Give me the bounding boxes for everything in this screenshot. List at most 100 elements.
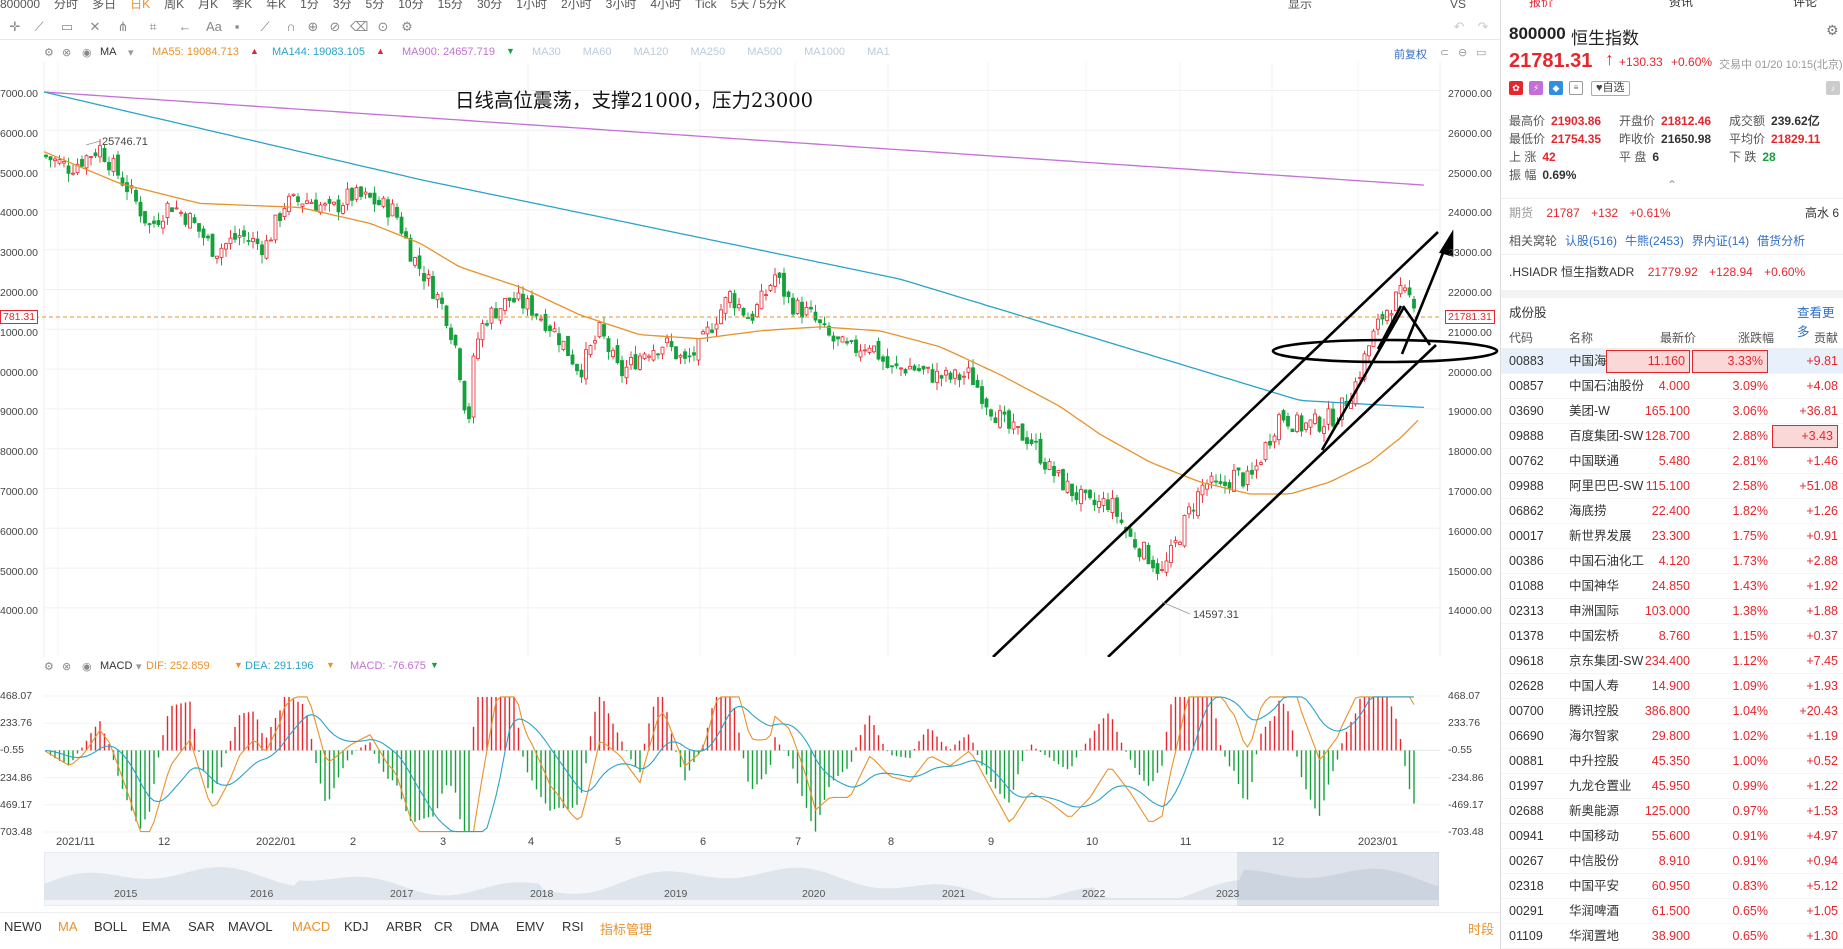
adr-row[interactable]: .HSIADR 恒生指数ADR 21779.92 +128.94 +0.60%: [1509, 263, 1839, 279]
ma-other-line-label[interactable]: MA1000: [804, 46, 845, 58]
redo-icon[interactable]: ↷: [1476, 20, 1490, 34]
table-row[interactable]: 00883中国海洋石油11.1603.33%+9.81: [1501, 349, 1843, 374]
period-tab[interactable]: 30分: [477, 0, 502, 11]
period-tab[interactable]: 日K: [130, 0, 150, 11]
hide-icon[interactable]: ⊘: [328, 20, 342, 34]
table-header-cell[interactable]: 贡献: [1814, 329, 1838, 346]
collapse-icon[interactable]: ⌃: [1667, 178, 1677, 192]
price-axis[interactable]: 27000.00 26000.00 25000.00 24000.00 23000.00…: [1440, 88, 1500, 650]
indicator-tab-sar[interactable]: SAR: [188, 919, 215, 934]
indicator-tab-new0[interactable]: NEW0: [4, 919, 42, 934]
indicator-tab-emv[interactable]: EMV: [516, 919, 544, 934]
table-row[interactable]: 00291 华润啤酒 61.500 0.65% +1.05: [1501, 899, 1843, 924]
period-tab[interactable]: 3小时: [606, 0, 637, 11]
tab-comments[interactable]: 评论: [1793, 0, 1817, 8]
table-row[interactable]: 00941 中国移动 55.600 0.91% +4.97: [1501, 824, 1843, 849]
chevron-down-icon[interactable]: ▾: [136, 660, 142, 673]
gear-icon[interactable]: ⚙: [400, 20, 414, 34]
restore-rights-button[interactable]: 前复权: [1394, 46, 1427, 62]
period-tab[interactable]: 4小时: [650, 0, 681, 11]
period-tab[interactable]: 周K: [164, 0, 184, 11]
table-header-cell[interactable]: 最新价: [1660, 329, 1696, 346]
period-tab[interactable]: 10分: [398, 0, 423, 11]
table-row[interactable]: 01997 九龙仓置业 45.950 0.99% +1.22: [1501, 774, 1843, 799]
table-row[interactable]: 00881 中升控股 45.350 1.00% +0.52: [1501, 749, 1843, 774]
table-row[interactable]: 00762 中国联通 5.480 2.81% +1.46: [1501, 449, 1843, 474]
indicator-tab-ema[interactable]: EMA: [142, 919, 170, 934]
table-row[interactable]: 02628 中国人寿 14.900 1.09% +1.93: [1501, 674, 1843, 699]
bell-icon[interactable]: ♪: [1826, 81, 1840, 95]
gear-icon[interactable]: ⚙: [1826, 22, 1839, 39]
table-row[interactable]: 06862 海底捞 22.400 1.82% +1.26: [1501, 499, 1843, 524]
indicator-tab-mavol[interactable]: MAVOL: [228, 919, 273, 934]
price-chart[interactable]: 25746.71 14597.31: [0, 62, 1500, 657]
table-header-cell[interactable]: 代码: [1509, 329, 1533, 346]
period-tab[interactable]: 年K: [266, 0, 286, 11]
channel-tool-icon[interactable]: ▭: [60, 20, 74, 34]
ma-other-line-label[interactable]: MA250: [690, 46, 725, 58]
period-tab[interactable]: 月K: [198, 0, 218, 11]
period-tab[interactable]: 15分: [438, 0, 463, 11]
table-row[interactable]: 00700 腾讯控股 386.800 1.04% +20.43: [1501, 699, 1843, 724]
chart-annotation-text[interactable]: 日线高位震荡，支撑21000，压力23000: [455, 84, 813, 113]
indicator-tab-kdj[interactable]: KDJ: [344, 919, 369, 934]
table-row[interactable]: 02313 申洲国际 103.000 1.38% +1.88: [1501, 599, 1843, 624]
text-tool-icon[interactable]: Aa: [206, 20, 222, 34]
undo-icon[interactable]: ↶: [1452, 20, 1466, 34]
close-icon[interactable]: ⊗: [62, 46, 71, 59]
indicator-tab-macd[interactable]: MACD: [292, 919, 330, 934]
table-row[interactable]: 00267 中信股份 8.910 0.91% +0.94: [1501, 849, 1843, 874]
table-header-cell[interactable]: 涨跌幅: [1738, 329, 1774, 346]
chevron-down-icon[interactable]: ▾: [128, 46, 134, 59]
ma-other-line-label[interactable]: MA120: [634, 46, 669, 58]
minus-icon[interactable]: ⊖: [1458, 46, 1467, 59]
period-tab[interactable]: 季K: [232, 0, 252, 11]
period-tab[interactable]: 多日: [92, 0, 116, 11]
settings-icon[interactable]: ⚙: [44, 660, 54, 673]
period-tab[interactable]: Tick: [695, 0, 717, 11]
table-row[interactable]: 00017 新世界发展 23.300 1.75% +0.91: [1501, 524, 1843, 549]
magnet-icon[interactable]: ∩: [284, 20, 298, 34]
table-row[interactable]: 09618 京东集团-SW 234.400 1.12% +7.45: [1501, 649, 1843, 674]
comment-icon[interactable]: ▪: [230, 20, 244, 34]
ma-other-line-label[interactable]: MA30: [532, 46, 561, 58]
arrow-tool-icon[interactable]: ←: [178, 20, 192, 34]
expand-icon[interactable]: ▭: [1476, 46, 1486, 59]
trash-icon[interactable]: ⌫: [350, 20, 368, 34]
indicator-tab-boll[interactable]: BOLL: [94, 919, 127, 934]
macd-label[interactable]: MACD: [100, 660, 132, 672]
ruler-icon[interactable]: ⟋: [258, 20, 272, 34]
warrant-link[interactable]: 认股(516): [1565, 234, 1617, 248]
tab-news[interactable]: 资讯: [1669, 0, 1693, 8]
session-button[interactable]: 时段: [1468, 919, 1494, 938]
table-row[interactable]: 01088 中国神华 24.850 1.43% +1.92: [1501, 574, 1843, 599]
close-icon[interactable]: ⊗: [62, 660, 71, 673]
futures-row[interactable]: 期货 21787 +132 +0.61% 高水 6: [1509, 204, 1839, 220]
visibility-icon[interactable]: ◉: [82, 660, 92, 673]
indicator-tab-指标管理[interactable]: 指标管理: [600, 919, 652, 938]
warrant-link[interactable]: 牛熊(2453): [1625, 234, 1684, 248]
top-right-control[interactable]: VS: [1450, 0, 1466, 10]
warrant-link[interactable]: 界内证(14): [1692, 234, 1749, 248]
table-row[interactable]: 01378 中国宏桥 8.760 1.15% +0.37: [1501, 624, 1843, 649]
ma-label[interactable]: MA: [100, 46, 117, 58]
measure-icon[interactable]: ⌗: [146, 20, 160, 34]
table-row[interactable]: 02688 新奥能源 125.000 0.97% +1.53: [1501, 799, 1843, 824]
table-row[interactable]: 01109 华润置地 38.900 0.65% +1.30: [1501, 924, 1843, 949]
sync-icon[interactable]: ⊙: [376, 20, 390, 34]
add-favorite-button[interactable]: ♥自选: [1591, 81, 1630, 96]
table-row[interactable]: 06690 海尔智家 29.800 1.02% +1.19: [1501, 724, 1843, 749]
settings-icon[interactable]: ⚙: [44, 46, 54, 59]
period-tab[interactable]: 3分: [333, 0, 352, 11]
table-row[interactable]: 00857 中国石油股份 4.000 3.09% +4.08: [1501, 374, 1843, 399]
table-row[interactable]: 09888 百度集团-SW 128.700 2.88% +3.43: [1501, 424, 1843, 449]
top-right-control[interactable]: 显示: [1288, 0, 1312, 10]
visibility-icon[interactable]: ◉: [82, 46, 92, 59]
period-tab[interactable]: 5分: [366, 0, 385, 11]
doc-icon[interactable]: ≡: [1569, 81, 1583, 95]
indicator-tab-rsi[interactable]: RSI: [562, 919, 584, 934]
fib-tool-icon[interactable]: ✕: [88, 20, 102, 34]
table-header-cell[interactable]: 名称: [1569, 329, 1593, 346]
macd-chart[interactable]: [0, 678, 1500, 838]
period-tab[interactable]: 2小时: [561, 0, 592, 11]
